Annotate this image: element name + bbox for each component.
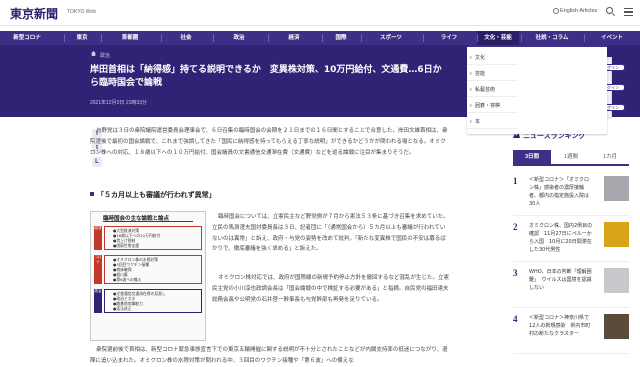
dropdown-separator bbox=[467, 112, 517, 113]
ranking-headline[interactable]: ＜新型コロナ＞神奈川県で12人の新規感染 県内市町村の新たなクラスター bbox=[529, 314, 593, 338]
dropdown-item-0[interactable]: 文化 bbox=[470, 52, 500, 64]
ranking-number: 1 bbox=[513, 176, 518, 186]
nav-item-3[interactable]: 社会 bbox=[161, 31, 211, 45]
ranking-tabs: 3日間 1週間 1カ月 bbox=[513, 150, 629, 166]
ranking-headline[interactable]: WHO、日本の判断「理解困難」 ウイルスは国境を認識しない bbox=[529, 268, 593, 292]
ranking-item[interactable]: 3 WHO、日本の判断「理解困難」 ウイルスは国境を認識しない bbox=[513, 264, 629, 308]
ranking-tab-2[interactable]: 1カ月 bbox=[591, 150, 629, 164]
ranking-thumbnail[interactable] bbox=[604, 176, 629, 201]
nav-item-11[interactable]: イベント bbox=[584, 31, 640, 45]
nav-item-1[interactable]: 東京 bbox=[64, 31, 100, 45]
line-share-icon[interactable]: L bbox=[92, 157, 102, 167]
ranking-headline[interactable]: ＜新型コロナ＞「オミクロン株」感染者の濃厚接触者、都内の指定施設入院は30人 bbox=[529, 176, 593, 208]
nav-separator bbox=[521, 34, 522, 42]
nav-separator bbox=[101, 34, 102, 42]
dropdown-separator bbox=[467, 64, 517, 65]
nav-item-10[interactable]: 社説・コラム bbox=[521, 31, 583, 45]
article-paragraph-1: 与野党は３日の衆院議院運営委員会理事会で、６日召集の臨時国会の会期を２１日までの… bbox=[90, 128, 448, 156]
globe-icon bbox=[553, 8, 559, 14]
nav-item-6[interactable]: 国際 bbox=[322, 31, 360, 45]
subhead-bullet-icon bbox=[90, 192, 94, 196]
main-nav: 新型コロナ 東京 首都圏 社会 政治 経済 国際 スポーツ ライフ 文化・芸能 社説・コラム イベント bbox=[0, 31, 640, 45]
nav-item-9[interactable]: 文化・芸能 bbox=[477, 31, 519, 45]
dropdown-item-4[interactable]: 本 bbox=[470, 116, 500, 128]
dropdown-separator bbox=[467, 80, 517, 81]
ranking-tab-1[interactable]: 1週間 bbox=[552, 150, 590, 164]
article-paragraph-2: 臨時国会については、立憲民主など野党側が７月から憲法５３条に基づき召集を求めてい… bbox=[212, 214, 449, 253]
figure-group-tag: コロナ bbox=[94, 255, 102, 284]
figure-group-tag: 経済 bbox=[94, 226, 102, 250]
site-logo-sub: TOKYO Web bbox=[67, 9, 96, 15]
nav-item-4[interactable]: 政治 bbox=[213, 31, 265, 45]
english-articles-link[interactable]: English Articles bbox=[560, 8, 597, 14]
nav-separator bbox=[322, 34, 323, 42]
article-subheading: 「５カ月以上も審議が行われず異常」 bbox=[97, 191, 216, 199]
ranking-thumbnail[interactable] bbox=[604, 268, 629, 293]
nav-separator bbox=[213, 34, 214, 42]
dropdown-item-3[interactable]: 囲碁・将棋 bbox=[470, 100, 500, 112]
nav-separator bbox=[423, 34, 424, 42]
article-date: 2021年12月3日 21時33分 bbox=[90, 100, 147, 106]
nav-separator bbox=[584, 34, 585, 42]
ranking-tab-0[interactable]: 3日間 bbox=[513, 150, 551, 164]
nav-separator bbox=[361, 34, 362, 42]
figure-list-item: ●困窮世帯支援 bbox=[113, 243, 140, 248]
ranking-item[interactable]: 1 ＜新型コロナ＞「オミクロン株」感染者の濃厚接触者、都内の指定施設入院は30人 bbox=[513, 172, 629, 216]
nav-item-0[interactable]: 新型コロナ bbox=[0, 31, 54, 45]
ranking-number: 2 bbox=[513, 222, 518, 232]
dropdown-separator bbox=[467, 128, 517, 129]
figure-list-item: ●第6波への備え bbox=[113, 277, 142, 282]
ranking-item[interactable]: 2 オミクロン株、国内2例目の確認 11月27日にペルーから入国 10月に20日間… bbox=[513, 218, 629, 262]
ranking-headline[interactable]: オミクロン株、国内2例目の確認 11月27日にペルーから入国 10月に20日間滞… bbox=[529, 222, 593, 254]
nav-separator bbox=[268, 34, 269, 42]
ranking-number: 4 bbox=[513, 314, 518, 324]
dropdown-item-1[interactable]: 芸能 bbox=[470, 68, 500, 80]
article-paragraph-3: オミクロン株対応では、政府が国際線の新規予約停止方針を撤回するなど混乱が生じた。… bbox=[212, 275, 450, 303]
nav-separator bbox=[477, 34, 478, 42]
ranking-number: 3 bbox=[513, 268, 518, 278]
figure-title-underline bbox=[103, 221, 193, 222]
top-bar: 東京新聞 TOKYO Web English Articles bbox=[0, 0, 640, 26]
ranking-item[interactable]: 4 ＜新型コロナ＞神奈川県で12人の新規感染 県内市町村の新たなクラスター bbox=[513, 310, 629, 354]
dropdown-separator bbox=[467, 96, 517, 97]
breadcrumb[interactable]: 政治 bbox=[100, 52, 110, 59]
ranking-thumbnail[interactable] bbox=[604, 314, 629, 339]
site-logo[interactable]: 東京新聞 bbox=[10, 5, 58, 22]
nav-item-2[interactable]: 首都圏 bbox=[101, 31, 159, 45]
nav-item-7[interactable]: スポーツ bbox=[361, 31, 421, 45]
figure-list-item: ●憲法改正 bbox=[113, 306, 132, 311]
ranking-thumbnail[interactable] bbox=[604, 222, 629, 247]
nav-item-8[interactable]: ライフ bbox=[423, 31, 475, 45]
nav-separator bbox=[161, 34, 162, 42]
menu-icon[interactable] bbox=[624, 8, 633, 16]
dropdown-item-2[interactable]: 私藝芸術 bbox=[470, 84, 500, 96]
figure-group-tag: 政治 bbox=[94, 289, 102, 313]
article-title: 岸田首相は「納得感」持てる説明できるか 変異株対策、10万円給付、文通費…6日か… bbox=[90, 65, 442, 88]
search-icon[interactable] bbox=[606, 7, 613, 14]
article-paragraph-4: 衆院選前後で首相は、新型コロナ緊急事態宣言下での東京五輪開催に関する説明が不十分… bbox=[90, 347, 448, 364]
nav-separator bbox=[64, 34, 65, 42]
nav-item-5[interactable]: 経済 bbox=[268, 31, 320, 45]
